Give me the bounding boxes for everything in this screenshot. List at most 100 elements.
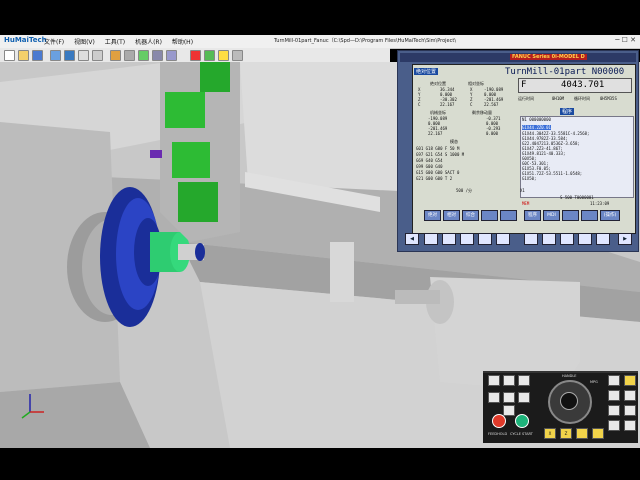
op-btn-1[interactable] <box>488 375 500 386</box>
modal-row-6: G21 G00 G00 T 2 <box>416 176 453 181</box>
layer-icon[interactable] <box>166 50 177 61</box>
op-btn-3[interactable] <box>518 375 530 386</box>
save-icon[interactable] <box>32 50 43 61</box>
nav-key-6[interactable] <box>524 233 538 245</box>
op-side-7[interactable] <box>608 405 620 416</box>
cycle-start-button[interactable] <box>515 414 529 428</box>
stop-icon[interactable] <box>190 50 201 61</box>
status-line: S 500 T0000001 <box>560 195 594 200</box>
softkey-mdi[interactable]: MDI <box>543 210 560 221</box>
cycle-time-value: 0H5M35S <box>600 96 617 101</box>
tool-icon[interactable] <box>110 50 121 61</box>
feedhold-button[interactable] <box>492 414 506 428</box>
play-icon[interactable] <box>204 50 215 61</box>
rem-c: 0.000 <box>486 131 499 136</box>
axis-z-button[interactable]: Z <box>560 428 572 439</box>
menu-tools[interactable]: 工具(T) <box>105 39 125 46</box>
op-btn-8[interactable] <box>576 428 588 439</box>
cube-icon[interactable] <box>64 50 75 61</box>
softkey-absolute[interactable]: 绝对 <box>424 210 441 221</box>
frame-icon[interactable] <box>152 50 163 61</box>
modal-title: 模态 <box>450 139 458 144</box>
modal-row-2: G97 G21 G54 S 1000 M <box>416 152 465 157</box>
rel-axis-c: C <box>470 102 473 107</box>
op-side-6[interactable] <box>608 390 620 401</box>
op-btn-2[interactable] <box>503 375 515 386</box>
bottom-letterbox <box>0 448 640 480</box>
mpg-label: MPG <box>590 380 598 384</box>
program-title: 程序 <box>560 108 575 115</box>
op-side-1[interactable] <box>624 375 636 386</box>
window-title: TurnMill-01part_Fanuc（C:\Spd—D:\Program … <box>274 38 457 44</box>
op-side-2[interactable] <box>624 390 636 401</box>
program-line-2: G1X44.2Z0.01 <box>522 125 551 130</box>
fanuc-brand: FANUC Series 0i-MODEL D <box>510 54 587 60</box>
softkey-program[interactable]: 程序 <box>524 210 541 221</box>
nav-key-9[interactable] <box>578 233 592 245</box>
handwheel-knob <box>560 392 578 410</box>
nav-key-8[interactable] <box>560 233 574 245</box>
view-icon[interactable] <box>50 50 61 61</box>
absolute-title: 绝对位置 <box>414 68 439 75</box>
program-line-1: N1 000000000 <box>522 117 551 122</box>
op-btn-5[interactable] <box>503 392 515 403</box>
nav-key-7[interactable] <box>542 233 556 245</box>
op-btn-4[interactable] <box>488 392 500 403</box>
softkey-4[interactable] <box>481 210 498 221</box>
modal-row-5: G15 G00 G00 SACT 0 <box>416 170 460 175</box>
zoom-icon[interactable] <box>78 50 89 61</box>
menu-view[interactable]: 视图(V) <box>74 39 95 46</box>
feed-display: F 4043.701 <box>518 78 632 93</box>
window-controls[interactable]: ─ ☐ ✕ <box>615 36 636 44</box>
softkey-5[interactable] <box>500 210 517 221</box>
op-side-4[interactable] <box>624 420 636 431</box>
status-small: X1 <box>520 188 525 193</box>
op-side-5[interactable] <box>608 375 620 386</box>
rel-c: 22.567 <box>484 102 499 107</box>
open-icon[interactable] <box>18 50 29 61</box>
nav-left-icon[interactable]: ◀ <box>405 233 419 245</box>
feedhold-label: FEEDHOLD <box>488 432 508 436</box>
simulator-window: HuMaiTech 文件(F) 视图(V) 工具(T) 机器人(R) 帮助(H)… <box>0 0 640 480</box>
mem-label: MEM <box>522 201 530 206</box>
gear-icon[interactable] <box>124 50 135 61</box>
nav-key-1[interactable] <box>424 233 438 245</box>
menu-file[interactable]: 文件(F) <box>44 39 64 46</box>
softkey-operation[interactable]: (操作) <box>600 210 620 221</box>
program-header: TurnMill-01part N00000 <box>505 67 625 77</box>
nav-key-10[interactable] <box>596 233 610 245</box>
modal-row-1: G01 G18 G80 F 50 M <box>416 146 460 151</box>
menu-help[interactable]: 帮助(H) <box>172 39 193 46</box>
axis-x-button[interactable]: X <box>544 428 556 439</box>
new-icon[interactable] <box>4 50 15 61</box>
robot-icon[interactable] <box>138 50 149 61</box>
op-btn-7[interactable] <box>503 405 515 416</box>
run-time-label: 运行时间 <box>518 96 534 101</box>
nav-right-icon[interactable]: ▶ <box>618 233 632 245</box>
top-letterbox <box>0 0 640 35</box>
op-btn-6[interactable] <box>518 392 530 403</box>
op-btn-9[interactable] <box>592 428 604 439</box>
rotate-icon[interactable] <box>92 50 103 61</box>
softkey-all[interactable]: 综合 <box>462 210 479 221</box>
nav-key-2[interactable] <box>442 233 456 245</box>
speed-line: 500 /分 <box>456 188 473 193</box>
cycle-start-label: CYCLE START <box>510 432 533 436</box>
menu-robot[interactable]: 机器人(R) <box>135 39 162 46</box>
light-icon[interactable] <box>218 50 229 61</box>
cnc-header: FANUC Series 0i-MODEL D <box>400 53 636 62</box>
op-side-3[interactable] <box>624 405 636 416</box>
menu-bar: 文件(F) 视图(V) 工具(T) 机器人(R) 帮助(H) <box>44 37 201 46</box>
nav-key-4[interactable] <box>478 233 492 245</box>
nav-key-5[interactable] <box>496 233 510 245</box>
softkey-8[interactable] <box>562 210 579 221</box>
op-side-8[interactable] <box>608 420 620 431</box>
handle-label: HANDLE <box>562 374 577 378</box>
measure-icon[interactable] <box>232 50 243 61</box>
softkey-9[interactable] <box>581 210 598 221</box>
softkey-relative[interactable]: 相对 <box>443 210 460 221</box>
time-display: 11:23:09 <box>590 201 610 206</box>
modal-row-3: G69 G40 G54 <box>416 158 443 163</box>
nav-key-3[interactable] <box>460 233 474 245</box>
toolbar <box>0 48 390 63</box>
